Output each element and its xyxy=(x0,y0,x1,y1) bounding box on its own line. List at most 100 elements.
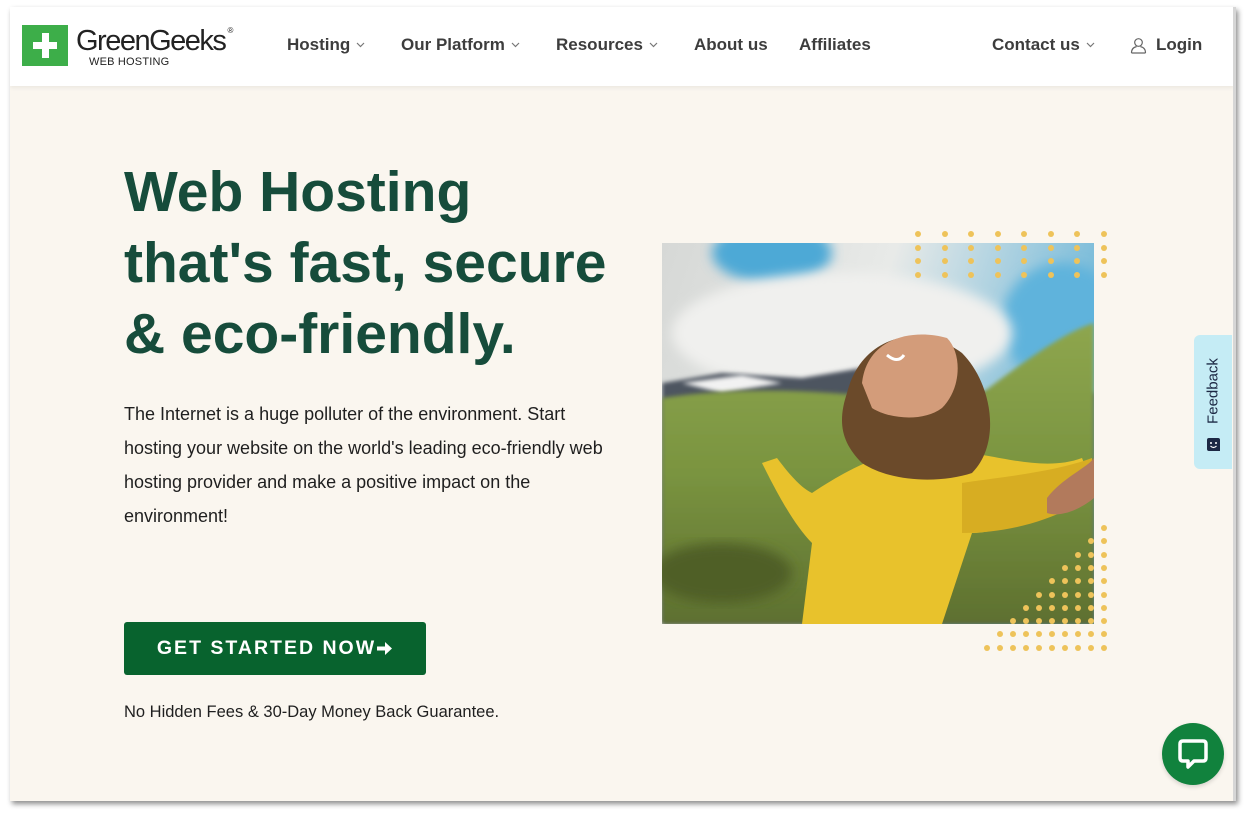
nav-item-label: Contact us xyxy=(992,35,1080,54)
decorative-dot xyxy=(984,644,990,651)
page-scrollbar[interactable] xyxy=(1233,7,1236,801)
user-icon xyxy=(1130,37,1147,54)
nav-item-hosting[interactable]: Hosting xyxy=(287,35,365,55)
decorative-dot xyxy=(968,231,974,237)
decorative-dot xyxy=(1010,644,1016,651)
feedback-tab[interactable]: Feedback xyxy=(1194,335,1232,469)
chevron-down-icon xyxy=(649,42,658,48)
decorative-dot xyxy=(1023,644,1029,651)
decorative-dot xyxy=(1036,631,1042,638)
decorative-dot xyxy=(1101,551,1107,558)
decorative-dot xyxy=(994,258,1001,264)
logo-tagline: WEB HOSTING xyxy=(89,56,170,68)
nav-item-resources[interactable]: Resources xyxy=(556,35,658,55)
nav-item-about-us[interactable]: About us xyxy=(694,35,768,55)
decorative-dot xyxy=(1101,525,1107,531)
decorative-dot xyxy=(1021,231,1027,237)
chat-button[interactable] xyxy=(1162,723,1224,785)
decorative-dot xyxy=(915,244,921,251)
get-started-button[interactable]: GET STARTED NOW xyxy=(124,622,426,675)
decorative-dot xyxy=(1049,591,1055,598)
decorative-dot xyxy=(1036,591,1042,598)
decorative-dot xyxy=(1101,631,1107,638)
login-link[interactable]: Login xyxy=(1130,35,1202,55)
decorative-dot xyxy=(941,258,948,264)
decorative-dot xyxy=(994,244,1001,251)
decorative-dot xyxy=(941,271,948,278)
hero-title-line: that's fast, secure xyxy=(124,231,607,295)
decorative-dot xyxy=(1101,578,1107,585)
decorative-dot xyxy=(1023,604,1029,611)
decorative-dot xyxy=(994,231,1001,237)
decorative-dot xyxy=(997,631,1003,638)
decorative-dot xyxy=(941,244,948,251)
decorative-dot xyxy=(1101,538,1107,545)
decorative-dot xyxy=(915,258,921,264)
registered-mark: ® xyxy=(227,26,234,35)
decorative-dot xyxy=(1088,644,1094,651)
decorative-dot xyxy=(1036,644,1042,651)
nav-item-label: Our Platform xyxy=(401,35,505,54)
decorative-dot xyxy=(1101,564,1107,571)
decorative-dot xyxy=(1075,564,1081,571)
decorative-dot xyxy=(1074,231,1080,237)
chat-bubble-icon xyxy=(1178,739,1208,769)
decorative-dot xyxy=(1047,258,1054,264)
decorative-dot xyxy=(1049,604,1055,611)
decorative-dot xyxy=(1100,231,1107,237)
hero-title: Web Hosting that's fast, secure & eco-fr… xyxy=(124,157,606,370)
feedback-label: Feedback xyxy=(1204,358,1222,424)
decorative-dot xyxy=(1088,564,1094,571)
chevron-down-icon xyxy=(511,42,520,48)
decorative-dot xyxy=(1036,604,1042,611)
decorative-dot xyxy=(1062,591,1068,598)
nav-item-contact-us[interactable]: Contact us xyxy=(992,35,1095,55)
decorative-dot xyxy=(1075,591,1081,598)
decorative-dot xyxy=(1088,631,1094,638)
decorative-dot xyxy=(1062,631,1068,638)
nav-item-label: Resources xyxy=(556,35,643,54)
decorative-dot xyxy=(968,244,974,251)
decorative-dot xyxy=(1100,244,1107,251)
decorative-dot xyxy=(1074,258,1080,264)
get-started-label: GET STARTED NOW xyxy=(156,637,377,659)
decorative-dot xyxy=(1023,631,1029,638)
decorative-dot xyxy=(997,644,1003,651)
decorative-dot xyxy=(915,231,921,237)
nav-item-label: Hosting xyxy=(287,35,351,54)
nav-item-affiliates[interactable]: Affiliates xyxy=(799,35,871,55)
decorative-dot xyxy=(1075,604,1081,611)
nav-item-our-platform[interactable]: Our Platform xyxy=(401,35,520,55)
greengeeks-logo[interactable]: GreenGeeks ® WEB HOSTING xyxy=(22,25,233,68)
decorative-dot xyxy=(1047,271,1054,278)
arrow-right-icon xyxy=(377,642,393,655)
chevron-down-icon xyxy=(356,42,365,48)
decorative-dot xyxy=(994,271,1001,278)
decorative-dot xyxy=(1088,551,1094,558)
decorative-dot xyxy=(1010,631,1016,638)
decorative-dot xyxy=(1074,271,1080,278)
plus-icon xyxy=(22,25,68,66)
hero-photo-illustration xyxy=(662,243,1094,624)
login-label: Login xyxy=(1156,35,1203,54)
decorative-dot xyxy=(1062,604,1068,611)
chevron-down-icon xyxy=(1086,42,1095,48)
decorative-dot xyxy=(941,231,948,237)
decorative-dot xyxy=(1049,631,1055,638)
decorative-dot xyxy=(1088,591,1094,598)
decorative-dot xyxy=(1101,604,1107,611)
hero-title-line: Web Hosting xyxy=(124,160,472,224)
decorative-dot xyxy=(968,258,974,264)
decorative-dot xyxy=(1047,244,1054,251)
guarantee-text: No Hidden Fees & 30-Day Money Back Guara… xyxy=(124,703,500,721)
logo-wordmark: GreenGeeks ® xyxy=(76,25,233,57)
hero-description: The Internet is a huge polluter of the e… xyxy=(124,404,603,526)
decorative-dot xyxy=(1101,591,1107,598)
decorative-dot xyxy=(1100,271,1107,278)
decorative-dot xyxy=(1062,564,1068,571)
decorative-dot xyxy=(1075,631,1081,638)
site-header: GreenGeeks ® WEB HOSTING Hosting Our Pla… xyxy=(10,7,1234,86)
decorative-dot xyxy=(1088,604,1094,611)
smile-icon xyxy=(1207,438,1220,451)
nav-item-label: About us xyxy=(694,35,768,54)
